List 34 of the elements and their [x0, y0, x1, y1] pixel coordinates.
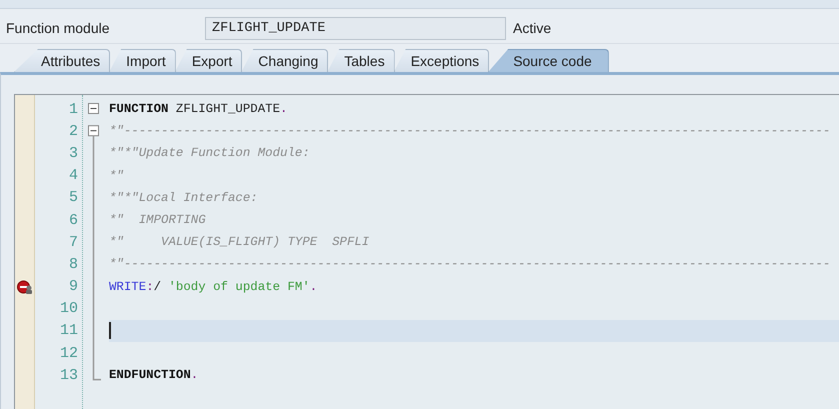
line-number: 2 [68, 122, 79, 142]
code-line: WRITE:/ 'body of update FM'. [109, 280, 318, 294]
field-label: Function module [6, 20, 111, 36]
line-number: 10 [58, 299, 79, 320]
line-number: 5 [68, 188, 79, 208]
line-number: 6 [68, 210, 79, 231]
code-line: *"----------------------------------------------------------------------------------------------- [109, 257, 830, 272]
code-line: *" [109, 168, 124, 183]
tab[interactable]: Source code [488, 49, 609, 72]
line-number: 13 [58, 366, 79, 386]
code-line: FUNCTION ZFLIGHT_UPDATE. [109, 102, 288, 116]
tab[interactable]: Export [174, 49, 242, 72]
line-number: 4 [68, 166, 79, 186]
code-line: *" VALUE(IS_FLIGHT) TYPE SPFLI [109, 235, 370, 250]
line-number: 11 [58, 321, 79, 342]
line-number: 1 [68, 100, 79, 120]
tab[interactable]: Tables [327, 49, 395, 72]
status-text: Active [513, 20, 552, 36]
breakpoint-icon[interactable] [16, 280, 32, 294]
code-line: *" IMPORTING [109, 213, 206, 228]
code-line: ENDFUNCTION. [109, 368, 198, 382]
code-line: *"*"Update Function Module: [109, 146, 310, 160]
line-number: 7 [68, 232, 79, 253]
code-line: *"*"Local Interface: [109, 190, 258, 205]
code-line: *"----------------------------------------------------------------------------------------------- [109, 124, 830, 138]
tab[interactable]: Import [109, 49, 176, 72]
line-number: 3 [68, 144, 79, 164]
tab[interactable]: Exceptions [394, 49, 490, 72]
function-module-field[interactable]: ZFLIGHT_UPDATE [205, 16, 506, 40]
line-number: 12 [58, 344, 79, 364]
tab[interactable]: Attributes [14, 49, 110, 72]
tab[interactable]: Changing [241, 49, 328, 72]
line-number: 9 [68, 277, 79, 298]
line-number: 8 [68, 254, 79, 275]
